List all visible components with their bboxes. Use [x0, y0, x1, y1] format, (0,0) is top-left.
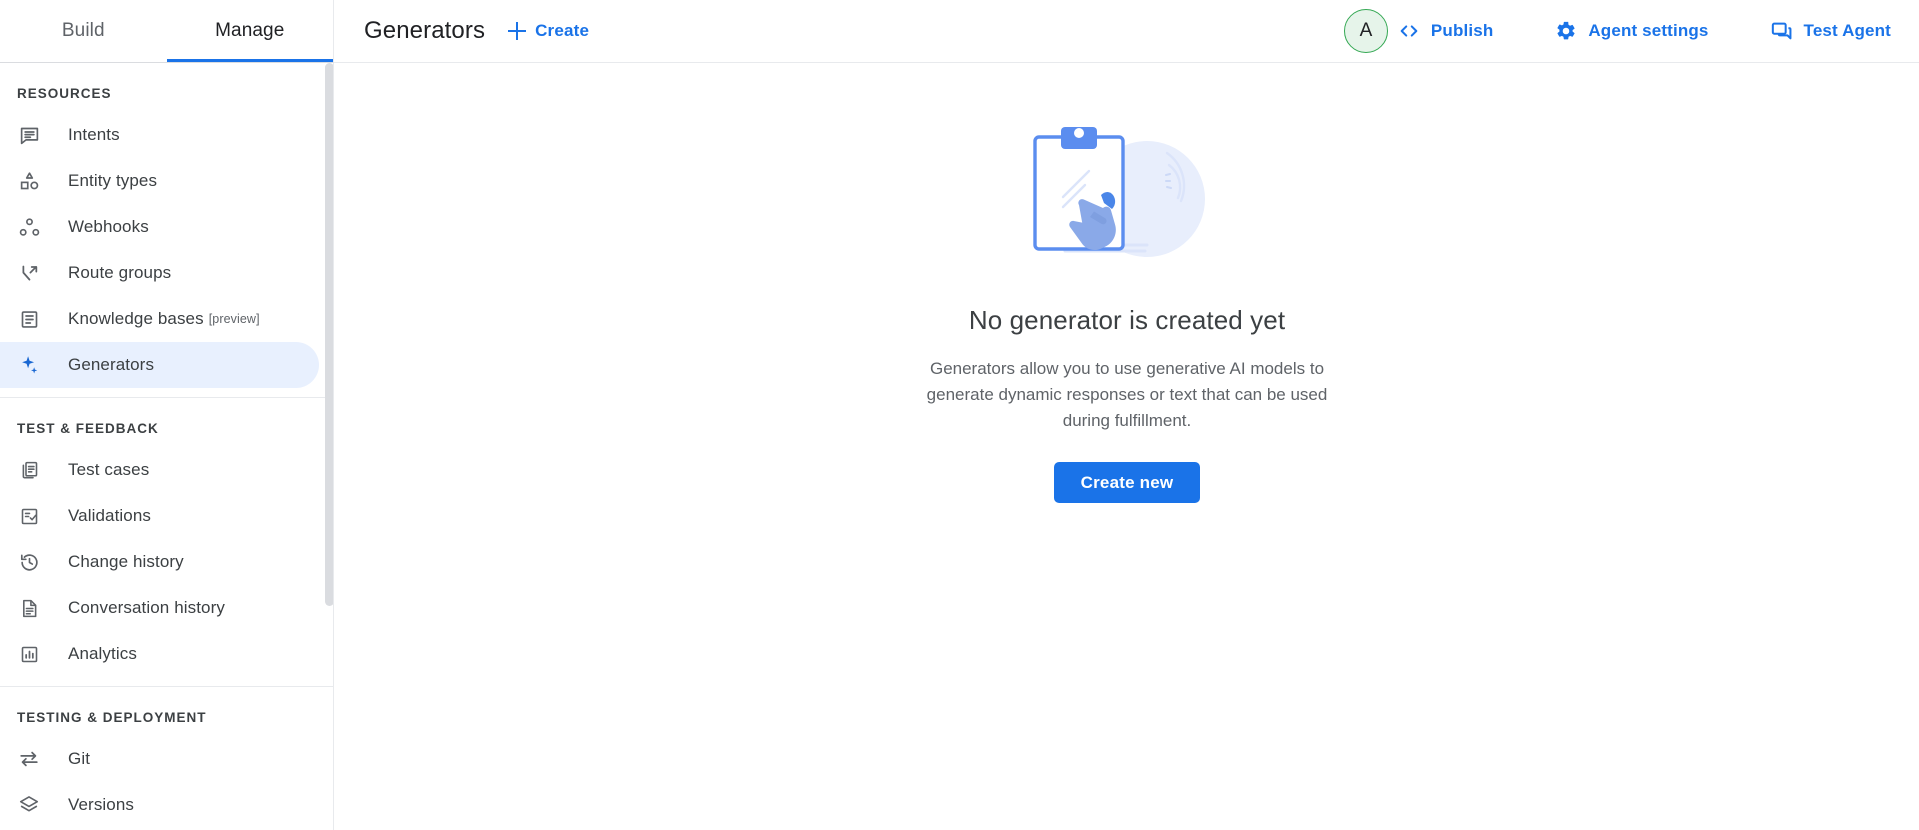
- sidebar-section-label-resources: RESOURCES: [0, 67, 333, 112]
- create-button[interactable]: Create: [507, 21, 589, 41]
- sidebar: RESOURCES Intents Entity types: [0, 63, 334, 830]
- sidebar-item-test-cases[interactable]: Test cases: [0, 447, 319, 493]
- document-text-icon: [17, 596, 41, 620]
- sidebar-section-resources: RESOURCES Intents Entity types: [0, 63, 333, 388]
- document-lines-icon: [17, 307, 41, 331]
- create-new-button[interactable]: Create new: [1054, 462, 1201, 503]
- sidebar-item-analytics[interactable]: Analytics: [0, 631, 319, 677]
- sidebar-item-knowledge-bases[interactable]: Knowledge bases [preview]: [0, 296, 319, 342]
- agent-settings-button[interactable]: Agent settings: [1545, 14, 1718, 48]
- sidebar-scrollbar-track[interactable]: [324, 63, 334, 830]
- sidebar-item-route-groups[interactable]: Route groups: [0, 250, 319, 296]
- code-brackets-icon: [1398, 20, 1420, 42]
- shapes-icon: [17, 169, 41, 193]
- sidebar-item-validations[interactable]: Validations: [0, 493, 319, 539]
- test-agent-button-label: Test Agent: [1804, 21, 1891, 41]
- sparkle-icon: [17, 353, 41, 377]
- sidebar-section-testing-deployment: TESTING & DEPLOYMENT Git Versions: [0, 687, 333, 828]
- sync-arrows-icon: [17, 747, 41, 771]
- sidebar-item-label: Git: [68, 749, 90, 769]
- tab-manage[interactable]: Manage: [167, 0, 334, 62]
- sidebar-item-webhooks[interactable]: Webhooks: [0, 204, 319, 250]
- sidebar-item-conversation-history[interactable]: Conversation history: [0, 585, 319, 631]
- plus-icon: [507, 21, 527, 41]
- sidebar-item-change-history[interactable]: Change history: [0, 539, 319, 585]
- sidebar-item-label: Versions: [68, 795, 134, 815]
- bar-chart-icon: [17, 642, 41, 666]
- preview-tag: [preview]: [209, 312, 260, 326]
- sidebar-item-label: Test cases: [68, 460, 149, 480]
- stacked-documents-icon: [17, 458, 41, 482]
- sidebar-item-label: Webhooks: [68, 217, 149, 237]
- sidebar-item-generators[interactable]: Generators: [0, 342, 319, 388]
- sidebar-item-intents[interactable]: Intents: [0, 112, 319, 158]
- tab-manage-label: Manage: [215, 20, 284, 42]
- sidebar-item-label: Change history: [68, 552, 184, 572]
- layers-icon: [17, 793, 41, 817]
- sidebar-item-entity-types[interactable]: Entity types: [0, 158, 319, 204]
- tab-build[interactable]: Build: [0, 0, 167, 62]
- avatar-initial: A: [1360, 20, 1373, 42]
- mode-tabs: Build Manage: [0, 0, 334, 63]
- branch-arrow-icon: [17, 261, 41, 285]
- empty-state-title: No generator is created yet: [969, 305, 1285, 336]
- main-content: No generator is created yet Generators a…: [335, 63, 1919, 830]
- tab-build-label: Build: [62, 20, 105, 42]
- publish-button[interactable]: Publish: [1388, 14, 1503, 48]
- sidebar-item-label: Knowledge bases: [68, 309, 204, 329]
- sidebar-section-label-test-feedback: TEST & FEEDBACK: [0, 402, 333, 447]
- sidebar-item-label: Intents: [68, 125, 120, 145]
- publish-button-label: Publish: [1431, 21, 1493, 41]
- clock-history-icon: [17, 550, 41, 574]
- sidebar-section-test-feedback: TEST & FEEDBACK Test cases: [0, 398, 333, 677]
- sidebar-scrollbar-thumb[interactable]: [325, 63, 334, 606]
- sidebar-item-label: Conversation history: [68, 598, 225, 618]
- sidebar-section-label-testing-deployment: TESTING & DEPLOYMENT: [0, 691, 333, 736]
- page-title: Generators: [364, 17, 485, 45]
- sidebar-item-versions[interactable]: Versions: [0, 782, 319, 828]
- gear-icon: [1555, 20, 1577, 42]
- sidebar-item-git[interactable]: Git: [0, 736, 319, 782]
- chat-bubbles-icon: [1771, 20, 1793, 42]
- sidebar-item-label: Analytics: [68, 644, 137, 664]
- top-bar: Build Manage Generators Create A Publish: [0, 0, 1919, 63]
- nodes-icon: [17, 215, 41, 239]
- message-lines-icon: [17, 123, 41, 147]
- sidebar-item-label: Entity types: [68, 171, 157, 191]
- header-bar: Generators Create A Publish: [334, 0, 1919, 63]
- clipboard-hand-pen-illustration: [1017, 119, 1237, 269]
- sidebar-item-label: Generators: [68, 355, 154, 375]
- create-button-label: Create: [535, 21, 589, 41]
- empty-state-description: Generators allow you to use generative A…: [917, 356, 1337, 434]
- sidebar-item-label: Validations: [68, 506, 151, 526]
- sidebar-item-label: Route groups: [68, 263, 171, 283]
- agent-settings-button-label: Agent settings: [1588, 21, 1708, 41]
- checklist-icon: [17, 504, 41, 528]
- test-agent-button[interactable]: Test Agent: [1761, 14, 1901, 48]
- avatar[interactable]: A: [1344, 9, 1388, 53]
